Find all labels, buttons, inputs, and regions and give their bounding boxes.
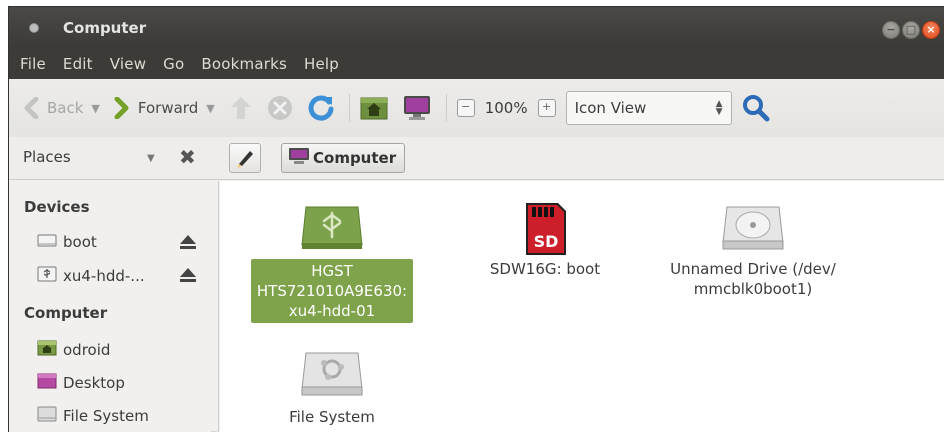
back-arrow-icon bbox=[23, 97, 39, 119]
hard-drive-icon bbox=[658, 201, 848, 259]
window-title: Computer bbox=[63, 19, 147, 37]
search-icon[interactable] bbox=[742, 94, 770, 122]
back-label: Back bbox=[47, 99, 84, 117]
drive-item-label: SDW16G: boot bbox=[489, 260, 601, 278]
filesystem-icon bbox=[272, 349, 392, 407]
sidebar-heading-devices: Devices bbox=[24, 198, 90, 216]
sd-card-icon: SD bbox=[475, 201, 615, 259]
usb-drive-icon bbox=[37, 265, 57, 287]
menu-file[interactable]: File bbox=[20, 55, 46, 73]
zoom-level: 100% bbox=[484, 99, 528, 117]
svg-text:SD: SD bbox=[534, 232, 559, 251]
sidebar: Devices boot xu4-hdd-... Computer odroid bbox=[9, 181, 219, 432]
window-controls: − □ × bbox=[880, 21, 940, 39]
view-mode-value: Icon View bbox=[574, 99, 647, 117]
toolbar-separator bbox=[445, 94, 447, 122]
file-manager-window: Computer − □ × File Edit View Go Bookmar… bbox=[8, 6, 944, 432]
eject-icon[interactable] bbox=[179, 267, 196, 283]
stop-icon[interactable] bbox=[267, 95, 293, 121]
up-arrow-icon[interactable] bbox=[229, 95, 253, 121]
menu-help[interactable]: Help bbox=[304, 55, 339, 73]
icon-view[interactable]: HGST HTS721010A9E630: xu4-hdd-01 SD SDW1… bbox=[220, 181, 944, 432]
eject-icon[interactable] bbox=[179, 234, 196, 250]
sidebar-item-label: odroid bbox=[63, 341, 111, 359]
minimize-button[interactable]: − bbox=[882, 21, 900, 39]
home-folder-icon bbox=[37, 339, 57, 361]
title-bar[interactable]: Computer − □ × bbox=[9, 7, 944, 49]
usb-drive-icon bbox=[251, 201, 413, 259]
drive-item-label: HGST HTS721010A9E630: xu4-hdd-01 bbox=[251, 259, 413, 323]
close-button[interactable]: × bbox=[922, 21, 940, 39]
edit-location-button[interactable] bbox=[229, 143, 261, 173]
menu-bookmarks[interactable]: Bookmarks bbox=[201, 55, 287, 73]
back-history-chevron-icon[interactable]: ▼ bbox=[91, 102, 99, 115]
computer-icon[interactable] bbox=[402, 95, 432, 121]
menu-edit[interactable]: Edit bbox=[63, 55, 93, 73]
drive-item-hgst[interactable]: HGST HTS721010A9E630: xu4-hdd-01 bbox=[251, 201, 413, 323]
toolbar: Back ▼ Forward ▼ − 100% + Icon View ▲ ▼ bbox=[9, 79, 944, 137]
sidebar-item-label: boot bbox=[63, 233, 97, 251]
drive-item-label: Unnamed Drive (/dev/ mmcblk0boot1) bbox=[670, 260, 836, 298]
sidebar-item-label: xu4-hdd-... bbox=[63, 267, 145, 285]
spin-arrows-icon: ▲ ▼ bbox=[715, 99, 723, 117]
drive-item-file-system[interactable]: File System bbox=[272, 349, 392, 427]
window-menu-icon[interactable] bbox=[29, 23, 39, 33]
maximize-button[interactable]: □ bbox=[902, 21, 920, 39]
menu-view[interactable]: View bbox=[110, 55, 146, 73]
zoom-out-icon[interactable]: − bbox=[456, 99, 475, 117]
toolbar-separator bbox=[348, 94, 350, 122]
sidebar-item-label: File System bbox=[63, 407, 149, 425]
sidebar-heading-computer: Computer bbox=[24, 304, 108, 322]
desktop-icon bbox=[37, 372, 57, 394]
menu-go[interactable]: Go bbox=[163, 55, 184, 73]
drive-icon bbox=[37, 232, 57, 252]
sidebar-mode-chevron-icon[interactable]: ▼ bbox=[147, 153, 155, 164]
path-button-label: Computer bbox=[313, 149, 397, 167]
computer-icon bbox=[288, 147, 310, 169]
zoom-in-icon[interactable]: + bbox=[537, 99, 556, 117]
forward-button[interactable]: Forward ▼ bbox=[114, 97, 215, 119]
forward-history-chevron-icon[interactable]: ▼ bbox=[206, 102, 214, 115]
location-bar: Places ▼ ✖ Computer bbox=[9, 137, 944, 180]
menu-bar: File Edit View Go Bookmarks Help bbox=[9, 49, 944, 79]
sidebar-mode-label[interactable]: Places bbox=[23, 148, 71, 166]
filesystem-icon bbox=[37, 405, 57, 427]
view-mode-select[interactable]: Icon View ▲ ▼ bbox=[565, 91, 732, 125]
close-sidebar-icon[interactable]: ✖ bbox=[179, 145, 196, 169]
back-button[interactable]: Back ▼ bbox=[23, 97, 100, 119]
home-icon[interactable] bbox=[360, 95, 388, 121]
forward-arrow-icon bbox=[114, 97, 130, 119]
sidebar-item-label: Desktop bbox=[63, 374, 125, 392]
reload-icon[interactable] bbox=[307, 94, 335, 122]
drive-item-unnamed[interactable]: Unnamed Drive (/dev/ mmcblk0boot1) bbox=[658, 201, 848, 299]
sidebar-item-odroid[interactable]: odroid bbox=[37, 339, 207, 361]
forward-label: Forward bbox=[137, 99, 199, 117]
drive-item-label: File System bbox=[289, 408, 375, 426]
sidebar-item-desktop[interactable]: Desktop bbox=[37, 372, 207, 394]
path-button-computer[interactable]: Computer bbox=[281, 143, 405, 173]
drive-item-sdw16g[interactable]: SD SDW16G: boot bbox=[475, 201, 615, 279]
pencil-icon bbox=[230, 151, 260, 176]
sidebar-item-file-system[interactable]: File System bbox=[37, 405, 207, 427]
